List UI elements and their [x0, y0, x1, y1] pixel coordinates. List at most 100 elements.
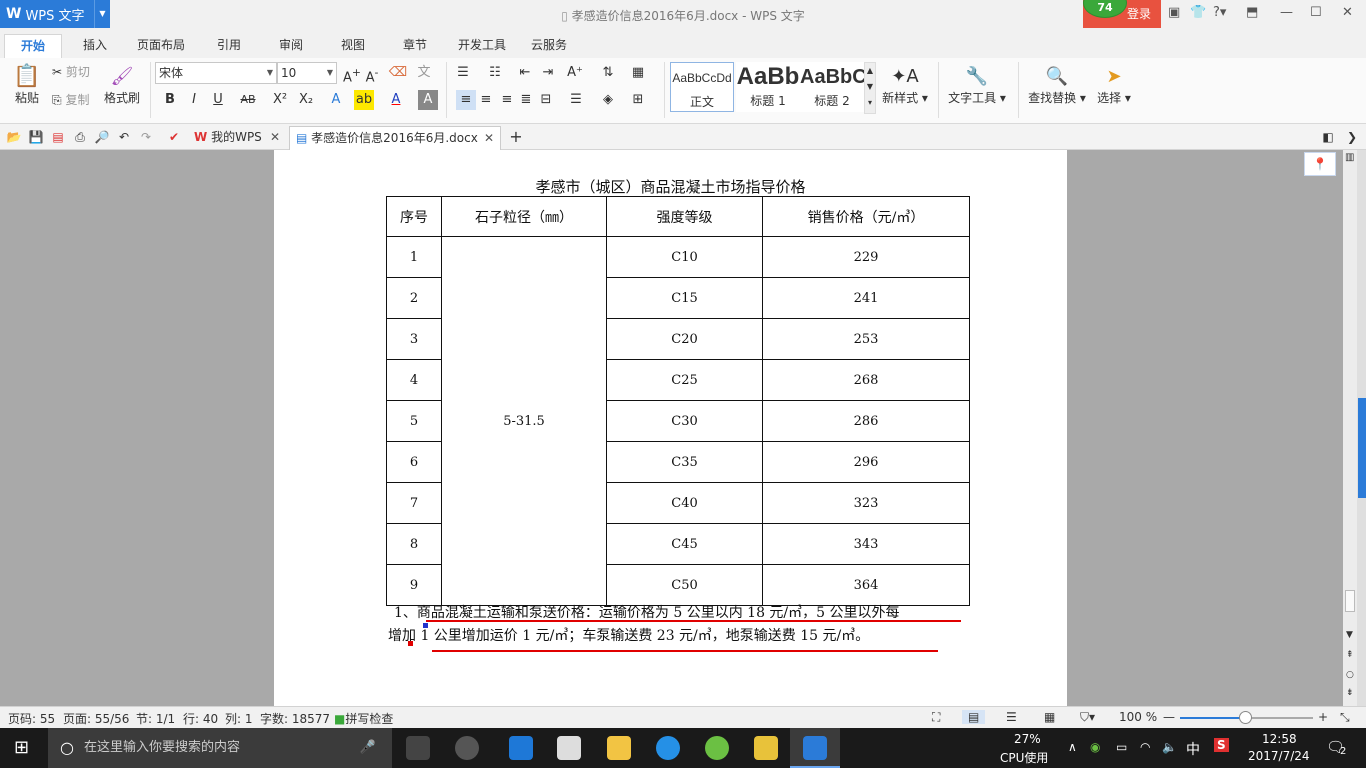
- table-cell[interactable]: 364: [762, 564, 970, 606]
- task-view-icon[interactable]: [406, 736, 430, 760]
- numbered-list-icon[interactable]: ☷: [485, 63, 505, 83]
- table-cell[interactable]: C15: [606, 277, 763, 319]
- vertical-scrollbar[interactable]: ▥ ▼ ⇞ ○ ⇟: [1343, 150, 1357, 706]
- tab-view[interactable]: 视图: [328, 34, 378, 58]
- select-button[interactable]: ➤ 选择 ▾: [1094, 64, 1134, 106]
- style-normal[interactable]: AaBbCcDd 正文: [670, 62, 734, 112]
- app-swirl-icon[interactable]: [455, 736, 479, 760]
- microphone-icon[interactable]: 🎤: [360, 728, 376, 768]
- price-table[interactable]: 序号 石子粒径（㎜） 强度等级 销售价格（元/㎥） 1 5-31.5 C10 229 2…: [386, 196, 970, 606]
- minimize-icon[interactable]: —: [1280, 5, 1293, 20]
- find-replace-button[interactable]: 🔍 查找替换 ▾: [1024, 64, 1090, 106]
- font-name-select[interactable]: 宋体 ▼: [155, 62, 277, 84]
- aggregate-size-cell[interactable]: 5-31.5: [441, 236, 607, 606]
- tab-references[interactable]: 引用: [204, 34, 254, 58]
- web-view-icon[interactable]: ▦: [1044, 710, 1055, 724]
- store-icon[interactable]: [557, 736, 581, 760]
- asian-layout-icon[interactable]: A⁺: [565, 63, 585, 83]
- battery-icon[interactable]: ▭: [1116, 740, 1127, 754]
- shading-icon[interactable]: ◈: [598, 90, 618, 110]
- zoom-in-icon[interactable]: +: [1318, 710, 1328, 724]
- open-icon[interactable]: 📂: [6, 129, 22, 145]
- bullet-list-icon[interactable]: ☰: [453, 63, 473, 83]
- tab-review[interactable]: 审阅: [266, 34, 316, 58]
- table-cell[interactable]: 2: [386, 277, 442, 319]
- table-cell[interactable]: 4: [386, 359, 442, 401]
- tab-developer[interactable]: 开发工具: [450, 34, 514, 58]
- scroll-down-icon[interactable]: ▼: [1346, 630, 1353, 640]
- clock-date[interactable]: 2017/7/24: [1248, 749, 1310, 763]
- tab-section[interactable]: 章节: [390, 34, 440, 58]
- underline-icon[interactable]: U: [208, 90, 228, 110]
- table-cell[interactable]: 5: [386, 400, 442, 442]
- windows-start-icon[interactable]: ⊞: [14, 737, 29, 758]
- new-style-button[interactable]: ✦A 新样式 ▾: [878, 64, 932, 106]
- clear-format-icon[interactable]: ⌫: [388, 63, 408, 83]
- edge-icon[interactable]: [509, 736, 533, 760]
- status-word-count[interactable]: 字数: 18577: [260, 710, 330, 727]
- skin-icon[interactable]: ▣: [1168, 5, 1180, 20]
- undo-icon[interactable]: ↶: [116, 129, 132, 145]
- print-preview-icon[interactable]: 🔎: [94, 129, 110, 145]
- new-tab-icon[interactable]: +: [508, 129, 524, 145]
- table-cell[interactable]: 3: [386, 318, 442, 360]
- tab-my-wps[interactable]: W 我的WPS ✕: [188, 126, 286, 150]
- table-cell[interactable]: C25: [606, 359, 763, 401]
- scroll-thumb[interactable]: [1345, 590, 1355, 612]
- zoom-slider-thumb[interactable]: [1239, 711, 1252, 724]
- text-effect-icon[interactable]: A: [326, 90, 346, 110]
- tab-cloud[interactable]: 云服务: [522, 34, 576, 58]
- close-icon[interactable]: ✕: [1342, 5, 1353, 20]
- bold-icon[interactable]: B: [160, 90, 180, 110]
- task-pane-edge[interactable]: [1357, 150, 1366, 706]
- wps-taskbar-button[interactable]: [790, 728, 840, 768]
- zoom-level[interactable]: 100 %: [1119, 710, 1157, 724]
- table-cell[interactable]: 229: [762, 236, 970, 278]
- table-cell[interactable]: C40: [606, 482, 763, 524]
- volume-icon[interactable]: 🔈: [1162, 740, 1177, 754]
- align-right-icon[interactable]: ≡: [497, 90, 517, 110]
- superscript-icon[interactable]: X²: [270, 90, 290, 110]
- font-size-select[interactable]: 10 ▼: [277, 62, 337, 84]
- highlight-icon[interactable]: ab: [354, 90, 374, 110]
- next-page-icon[interactable]: ⇟: [1346, 688, 1354, 698]
- align-left-icon[interactable]: ≡: [456, 90, 476, 110]
- sogou-icon[interactable]: S: [1214, 738, 1229, 752]
- zoom-slider[interactable]: [1180, 711, 1313, 724]
- table-cell[interactable]: 286: [762, 400, 970, 442]
- tab-insert[interactable]: 插入: [70, 34, 120, 58]
- protect-view-icon[interactable]: ⛉▾: [1080, 710, 1095, 725]
- table-cell[interactable]: C30: [606, 400, 763, 442]
- shirt-icon[interactable]: 👕: [1190, 5, 1206, 20]
- format-painter-button[interactable]: 🖌 格式刷: [102, 64, 142, 106]
- decrease-indent-icon[interactable]: ⇤: [515, 63, 535, 83]
- phonetic-icon[interactable]: 文: [414, 63, 434, 83]
- browser-icon[interactable]: [656, 736, 680, 760]
- tab-home[interactable]: 开始: [4, 34, 62, 58]
- table-cell[interactable]: 6: [386, 441, 442, 483]
- help-icon[interactable]: ?▾: [1213, 5, 1226, 20]
- table-cell[interactable]: C50: [606, 564, 763, 606]
- scroll-page-icon[interactable]: ▥: [1345, 152, 1354, 163]
- sort-icon[interactable]: ⇅: [598, 63, 618, 83]
- table-cell[interactable]: 323: [762, 482, 970, 524]
- wifi-icon[interactable]: ◠: [1140, 740, 1150, 754]
- print-icon[interactable]: ⎙: [72, 129, 88, 145]
- table-cell[interactable]: 241: [762, 277, 970, 319]
- collapse-icon[interactable]: ❯: [1344, 129, 1360, 145]
- table-cell[interactable]: 8: [386, 523, 442, 565]
- table-cell[interactable]: 268: [762, 359, 970, 401]
- table-cell[interactable]: 253: [762, 318, 970, 360]
- page-view-icon[interactable]: ▤: [962, 710, 986, 724]
- document-page[interactable]: 孝感市（城区）商品混凝土市场指导价格 序号 石子粒径（㎜） 强度等级 销售价格（…: [274, 150, 1067, 706]
- paste-button[interactable]: 📋 粘贴: [10, 64, 44, 116]
- maximize-icon[interactable]: ☐: [1310, 5, 1322, 20]
- borders-icon[interactable]: ⊞: [628, 90, 648, 110]
- line-spacing-icon[interactable]: ☰: [566, 90, 586, 110]
- security-app-icon[interactable]: [705, 736, 729, 760]
- grow-font-icon[interactable]: A+: [342, 63, 362, 85]
- strikethrough-icon[interactable]: AB: [238, 90, 258, 110]
- font-color-icon[interactable]: A: [386, 90, 406, 110]
- tab-document[interactable]: ▤ 孝感造价信息2016年6月.docx ✕: [289, 126, 501, 150]
- location-pin-icon[interactable]: 📍: [1304, 152, 1336, 176]
